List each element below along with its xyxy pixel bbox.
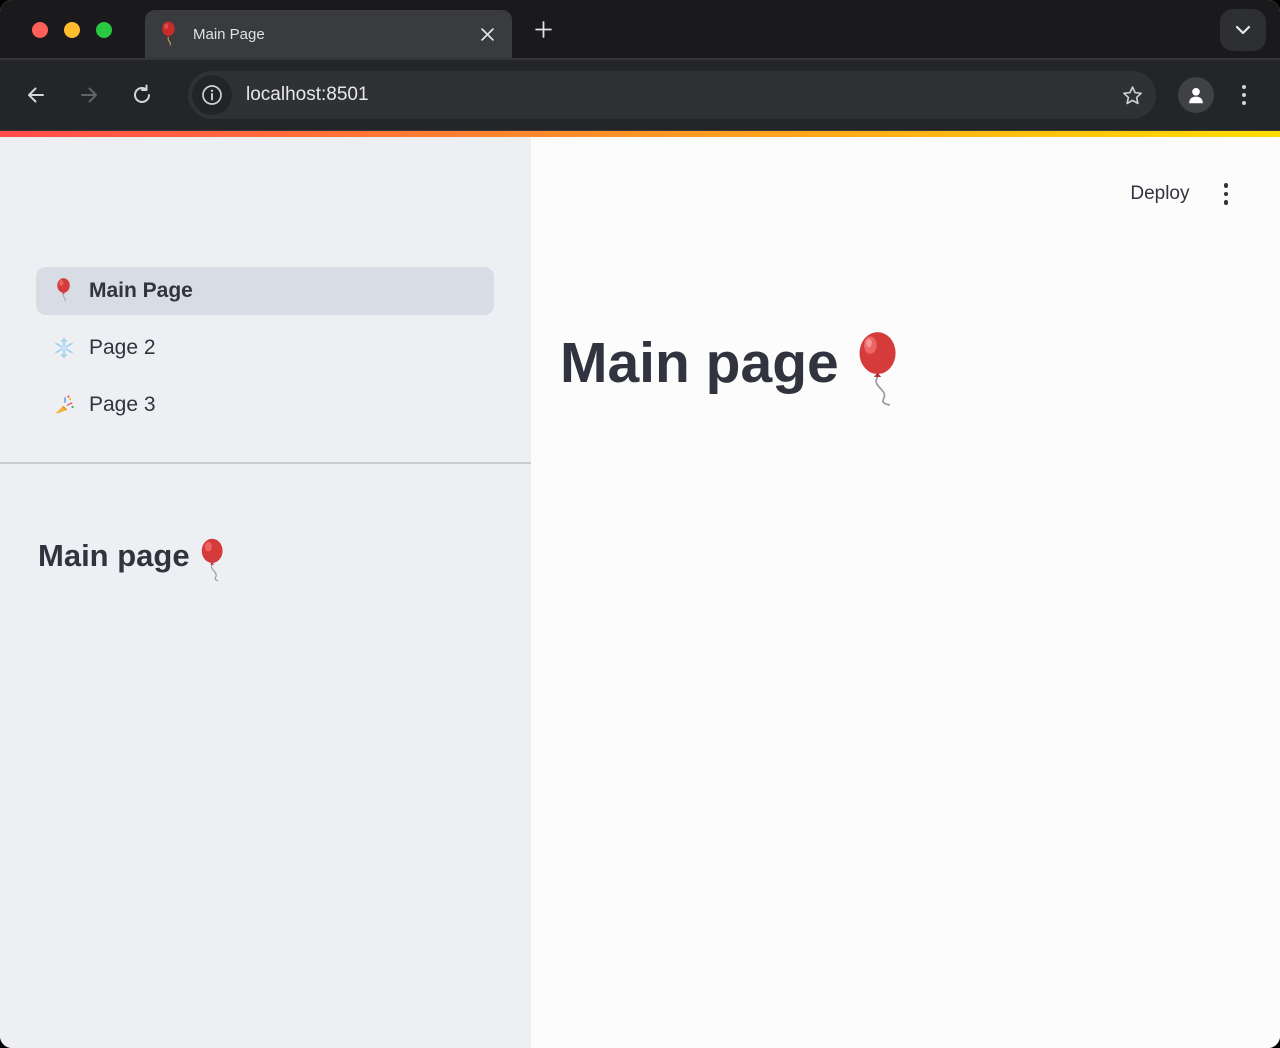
profile-button[interactable]: [1176, 75, 1216, 115]
star-icon: [1121, 84, 1144, 107]
sidebar-item-label: Main Page: [89, 279, 193, 303]
page-content: Main Page Page 2: [0, 137, 1280, 1048]
new-tab-button[interactable]: [527, 13, 559, 45]
browser-window: Main Page: [0, 0, 1280, 1048]
tab-strip: Main Page: [0, 0, 1280, 58]
person-icon: [1185, 84, 1207, 106]
kebab-dot: [1224, 200, 1229, 205]
kebab-dot: [1242, 101, 1246, 105]
site-info-button[interactable]: [192, 75, 232, 115]
app-menu-button[interactable]: [1220, 179, 1233, 209]
sidebar-heading-text: Main page: [38, 538, 190, 574]
app-toolbar: Deploy: [1130, 179, 1232, 209]
sidebar-heading: Main page: [38, 534, 494, 578]
balloon-emoji-icon: [198, 538, 228, 582]
sidebar-item-page-3[interactable]: Page 3: [36, 381, 494, 429]
page-title: Main page: [560, 325, 905, 401]
address-bar[interactable]: localhost:8501: [188, 71, 1156, 119]
deploy-button[interactable]: Deploy: [1130, 183, 1189, 205]
party-popper-emoji-icon: [52, 394, 76, 416]
sidebar: Main Page Page 2: [0, 137, 531, 1048]
info-icon: [201, 84, 223, 106]
reload-icon: [130, 83, 154, 107]
bookmark-button[interactable]: [1112, 75, 1152, 115]
balloon-emoji-icon: [159, 21, 179, 48]
window-controls: [32, 22, 112, 38]
back-button[interactable]: [16, 75, 56, 115]
sidebar-divider: [0, 462, 531, 464]
zoom-window-button[interactable]: [96, 22, 112, 38]
url-text: localhost:8501: [246, 84, 1112, 106]
browser-menu-button[interactable]: [1224, 75, 1264, 115]
snowflake-emoji-icon: [52, 337, 76, 359]
balloon-emoji-icon: [853, 331, 905, 407]
back-arrow-icon: [24, 83, 48, 107]
minimize-window-button[interactable]: [64, 22, 80, 38]
close-tab-icon[interactable]: [476, 23, 498, 45]
main-area: Deploy Main page: [531, 137, 1280, 1048]
forward-button[interactable]: [69, 75, 109, 115]
browser-toolbar: localhost:8501: [0, 58, 1280, 131]
balloon-emoji-icon: [52, 278, 76, 304]
chevron-down-icon: [1235, 25, 1251, 35]
sidebar-item-main-page[interactable]: Main Page: [36, 267, 494, 315]
kebab-dot: [1242, 93, 1246, 97]
forward-arrow-icon: [77, 83, 101, 107]
reload-button[interactable]: [122, 75, 162, 115]
tab-search-chevron-button[interactable]: [1220, 9, 1266, 51]
avatar: [1178, 77, 1214, 113]
sidebar-item-page-2[interactable]: Page 2: [36, 324, 494, 372]
sidebar-nav: Main Page Page 2: [36, 267, 494, 429]
page-title-text: Main page: [560, 329, 839, 397]
browser-tab-main-page[interactable]: Main Page: [145, 10, 512, 58]
kebab-dot: [1224, 192, 1229, 197]
tab-title: Main Page: [193, 26, 476, 43]
sidebar-item-label: Page 3: [89, 393, 156, 417]
close-window-button[interactable]: [32, 22, 48, 38]
sidebar-item-label: Page 2: [89, 336, 156, 360]
kebab-dot: [1224, 183, 1229, 188]
kebab-dot: [1242, 85, 1246, 89]
